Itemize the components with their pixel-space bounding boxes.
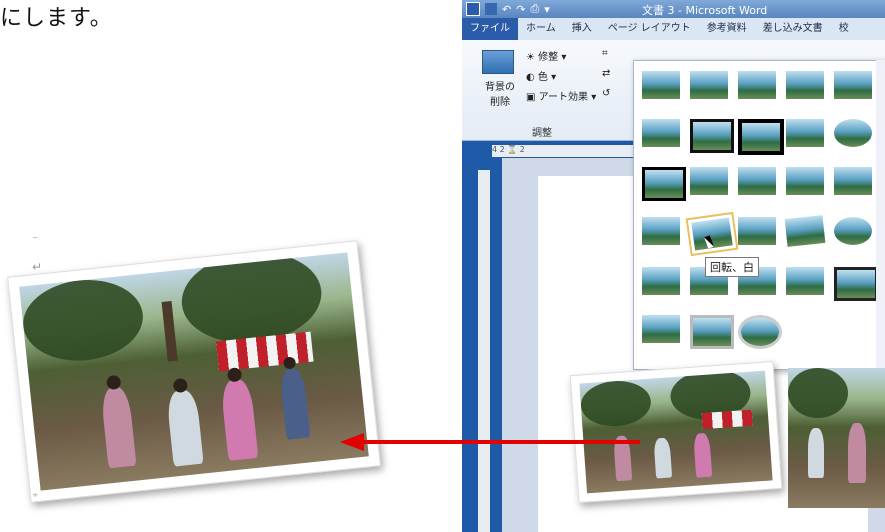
word-app-icon [466, 2, 480, 16]
intro-text: にします。 [0, 6, 113, 31]
picture-style-thumb[interactable] [642, 267, 680, 295]
tab-mailings[interactable]: 差し込み文書 [755, 18, 831, 40]
tab-page-layout[interactable]: ページ レイアウト [600, 18, 699, 40]
picture-style-thumb[interactable] [738, 217, 776, 245]
picture-style-thumb[interactable] [786, 167, 824, 195]
picture-style-thumb[interactable] [786, 71, 824, 99]
tab-home[interactable]: ホーム [518, 18, 564, 40]
picture-style-thumb[interactable] [642, 217, 680, 245]
original-photo[interactable] [788, 368, 885, 508]
color-button[interactable]: ◐ 色 ▾ [526, 68, 556, 83]
undo-icon[interactable]: ↶ [502, 3, 511, 16]
quick-access-toolbar: ↶ ↷ ⎙ ▾ [466, 2, 550, 16]
ribbon-tabs: ファイル ホーム 挿入 ページ レイアウト 参考資料 差し込み文書 校 [462, 18, 885, 40]
picture-style-rotated-white[interactable] [685, 211, 739, 257]
picture-style-thumb[interactable] [786, 267, 824, 295]
gallery-scrollbar[interactable] [876, 60, 885, 368]
artistic-effects-button[interactable]: ▣ アート効果 ▾ [526, 88, 596, 103]
tab-review[interactable]: 校 [831, 18, 857, 40]
vertical-ruler[interactable] [478, 170, 490, 532]
picture-style-thumb[interactable] [834, 167, 872, 195]
customize-icon[interactable]: ▾ [544, 3, 550, 16]
picture-style-thumb[interactable] [642, 119, 680, 147]
picture-style-thumb[interactable] [834, 267, 878, 301]
window-title: 文書 3 - Microsoft Word [642, 4, 768, 17]
picture-style-thumb[interactable] [690, 71, 728, 99]
picture-style-thumb[interactable] [738, 119, 784, 155]
paragraph-mark: ⁻ [32, 232, 39, 246]
picture-style-thumb[interactable] [690, 119, 734, 153]
picture-style-thumb[interactable] [642, 315, 680, 343]
framed-photo-large [7, 240, 381, 503]
compress-icon[interactable]: ⌗ [602, 48, 608, 59]
picture-style-thumb[interactable] [738, 71, 776, 99]
picture-style-thumb[interactable] [738, 167, 776, 195]
picture-style-thumb[interactable] [786, 119, 824, 147]
picture-style-thumb[interactable] [834, 71, 872, 99]
style-tooltip: 回転、白 [705, 257, 759, 277]
reset-picture-icon[interactable]: ↺ [602, 88, 610, 99]
picture-style-thumb[interactable] [642, 167, 686, 201]
picture-style-thumb[interactable] [690, 167, 728, 195]
remove-background-icon[interactable] [482, 50, 514, 74]
tab-references[interactable]: 参考資料 [699, 18, 755, 40]
picture-style-thumb[interactable] [834, 217, 872, 245]
change-picture-icon[interactable]: ⇄ [602, 68, 610, 79]
picture-style-thumb[interactable] [690, 315, 734, 349]
title-bar: ↶ ↷ ⎙ ▾ 文書 3 - Microsoft Word [462, 0, 885, 18]
tab-insert[interactable]: 挿入 [564, 18, 600, 40]
left-preview: ⁻ ↵ ⁺ [0, 220, 381, 532]
redo-icon[interactable]: ↷ [516, 3, 525, 16]
print-icon[interactable]: ⎙ [530, 2, 539, 16]
tab-file[interactable]: ファイル [462, 18, 518, 40]
red-arrow-icon [340, 433, 640, 451]
paragraph-mark: ⁺ [32, 490, 39, 504]
save-icon[interactable] [485, 3, 497, 15]
corrections-button[interactable]: ☀ 修整 ▾ [526, 48, 566, 63]
picture-styles-gallery [633, 60, 885, 370]
picture-style-thumb[interactable] [834, 119, 872, 147]
picture-style-thumb[interactable] [784, 215, 826, 247]
picture-style-thumb[interactable] [642, 71, 680, 99]
picture-style-thumb[interactable] [738, 315, 782, 349]
paragraph-mark: ↵ [32, 260, 43, 274]
remove-background-button[interactable]: 背景の 削除 [480, 78, 520, 108]
group-label-adjust: 調整 [532, 128, 552, 139]
